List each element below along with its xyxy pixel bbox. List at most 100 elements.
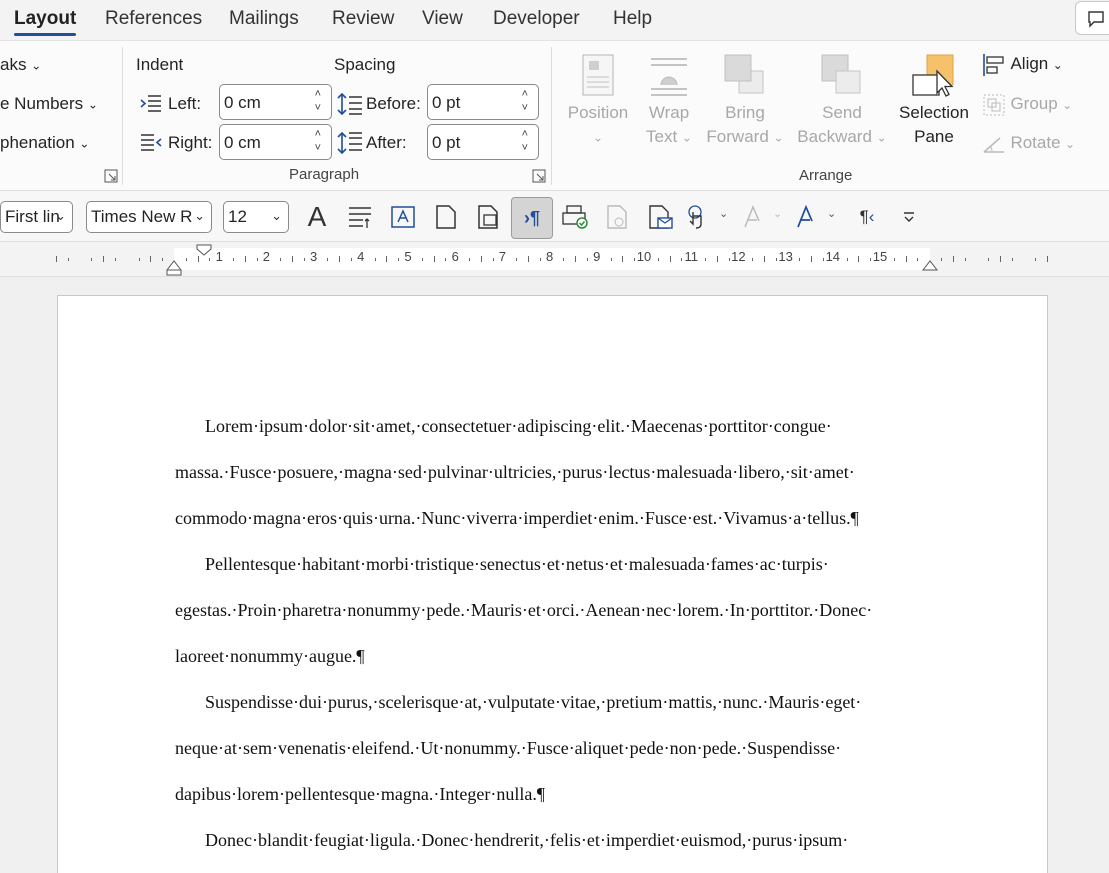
ruler-number: 1 (215, 249, 223, 264)
mail-merge-button[interactable] (644, 201, 678, 233)
rtl-paragraph-button[interactable]: ¶‹ (850, 201, 884, 233)
spacing-heading: Spacing (334, 55, 396, 74)
font-select[interactable]: Times New R ⌄ (86, 201, 212, 233)
paragraph-3[interactable]: Suspendisse·dui·purus,·scelerisque·at,·v… (175, 679, 935, 817)
ruler-tick (728, 258, 730, 261)
comments-button[interactable] (1075, 1, 1109, 35)
chevron-down-icon[interactable]: ⌄ (773, 207, 782, 220)
chevron-down-icon[interactable]: ⌄ (827, 207, 836, 220)
pilcrow-arrow-icon: ›¶ (523, 207, 540, 228)
customize-chevron-icon (904, 212, 914, 222)
tab-references[interactable]: References (105, 8, 202, 30)
text-box-icon (391, 206, 415, 228)
ruler-tick (244, 256, 246, 262)
indent-left-input[interactable]: 0 cm ˄ ˅ (219, 84, 332, 120)
quick-access-toolbar: First lin ⌄ Times New R ⌄ 12 ⌄ A ›¶ ⌄ ⌄ (0, 190, 1109, 242)
touch-mode-button[interactable] (680, 201, 714, 233)
ruler-tick (398, 258, 400, 261)
first-line-indent-marker-icon[interactable] (196, 244, 212, 256)
send-backward-label-2: Backward (797, 127, 872, 146)
page-orientation-button[interactable] (429, 201, 463, 233)
hanging-indent-marker-icon[interactable] (166, 259, 182, 276)
grow-font-button[interactable]: A (300, 201, 334, 233)
ruler-tick (1047, 256, 1049, 262)
chevron-down-icon: ⌄ (592, 130, 604, 145)
spin-arrows-icon[interactable]: ˄ ˅ (522, 127, 528, 155)
document-page[interactable]: Lorem·ipsum·dolor·sit·amet,·consectetuer… (57, 295, 1048, 873)
chevron-down-icon[interactable]: ⌄ (719, 207, 728, 220)
indent-right-input[interactable]: 0 cm ˄ ˅ (219, 124, 332, 160)
ruler-tick (150, 256, 152, 262)
ruler-tick (292, 256, 293, 262)
ruler-tick (764, 256, 765, 262)
ruler-tick (657, 258, 659, 261)
ruler-number: 6 (451, 249, 459, 264)
ruler-tick (433, 256, 435, 262)
paragraph-spacing-button[interactable] (343, 201, 377, 233)
position-button[interactable]: Position ⌄ (562, 53, 634, 150)
pen-a-blue-icon (797, 205, 813, 228)
paragraph-2[interactable]: Pellentesque·habitant·morbi·tristique·se… (175, 541, 935, 679)
ruler-number: 5 (404, 249, 412, 264)
hyphenation-button[interactable]: phenation ⌄ (0, 133, 89, 153)
paragraph-1[interactable]: Lorem·ipsum·dolor·sit·amet,·consectetuer… (175, 403, 935, 541)
text-box-button[interactable] (386, 201, 420, 233)
selection-pane-button[interactable]: Selection Pane (894, 53, 974, 149)
ruler-tick (575, 256, 577, 262)
tab-review[interactable]: Review (332, 8, 394, 30)
customize-toolbar-button[interactable] (892, 201, 926, 233)
align-button[interactable]: Align ⌄ (982, 53, 1063, 77)
font-size-select[interactable]: 12 ⌄ (223, 201, 289, 233)
ruler-tick (233, 258, 234, 261)
ruler-number: 15 (872, 249, 888, 264)
spin-arrows-icon[interactable]: ˄ ˅ (315, 127, 321, 155)
ruler-tick (492, 258, 494, 261)
ruler-tick (197, 256, 199, 262)
tab-developer[interactable]: Developer (493, 8, 580, 30)
spin-arrows-icon[interactable]: ˄ ˅ (522, 87, 528, 115)
paragraph-launcher-icon[interactable] (532, 169, 546, 183)
chevron-down-icon: ⌄ (1062, 98, 1073, 112)
send-backward-button[interactable]: Send Backward ⌄ (794, 53, 890, 150)
tab-help[interactable]: Help (613, 8, 652, 30)
ruler-number: 3 (309, 249, 318, 264)
ruler-tick (445, 258, 447, 261)
indent-right-value: 0 cm (224, 133, 261, 152)
selection-pane-label-2: Pane (914, 127, 954, 146)
spacing-before-value: 0 pt (432, 93, 461, 112)
print-preview-button[interactable] (558, 201, 592, 233)
tab-layout[interactable]: Layout (14, 8, 77, 36)
spacing-after-input[interactable]: 0 pt ˄ ˅ (427, 124, 539, 160)
page-setup-launcher-icon[interactable] (104, 169, 118, 183)
horizontal-ruler[interactable]: 1 2 3 4 5 6 7 8 9 10 11 12 13 14 15 (0, 242, 1109, 277)
indent-left-label: Left: (168, 94, 202, 113)
right-indent-marker-icon[interactable] (922, 259, 938, 271)
breaks-button[interactable]: aks ⌄ (0, 55, 41, 75)
spin-arrows-icon[interactable]: ˄ ˅ (315, 87, 321, 115)
spacing-before-input[interactable]: 0 pt ˄ ˅ (427, 84, 539, 120)
chevron-down-icon: ⌄ (87, 97, 98, 112)
paragraph-4[interactable]: Donec·blandit·feugiat·ligula.·Donec·hend… (175, 817, 935, 863)
ruler-tick (351, 258, 352, 261)
ruler-tick (528, 256, 529, 262)
bring-forward-button[interactable]: Bring Forward ⌄ (704, 53, 786, 150)
show-formatting-marks-button[interactable]: ›¶ (511, 197, 553, 239)
rotate-button[interactable]: Rotate ⌄ (982, 132, 1075, 156)
wrap-text-button[interactable]: Wrap Text ⌄ (640, 53, 698, 150)
text-highlight-button[interactable] (789, 201, 823, 233)
bring-forward-label-2: Forward (706, 127, 769, 146)
text-effects-button[interactable] (736, 201, 770, 233)
ruler-tick (563, 258, 565, 261)
chevron-down-icon: ⌄ (271, 208, 282, 223)
ruler-tick (799, 258, 801, 261)
ruler-tick (103, 256, 105, 262)
ruler-tick (67, 258, 69, 261)
ruler-tick (469, 258, 470, 261)
page-size-button[interactable] (472, 201, 506, 233)
style-select[interactable]: First lin ⌄ (0, 201, 73, 233)
document-link-button[interactable] (601, 201, 635, 233)
line-numbers-button[interactable]: e Numbers ⌄ (0, 94, 98, 114)
tab-mailings[interactable]: Mailings (229, 8, 299, 30)
tab-view[interactable]: View (422, 8, 463, 30)
group-button[interactable]: Group ⌄ (982, 93, 1072, 117)
